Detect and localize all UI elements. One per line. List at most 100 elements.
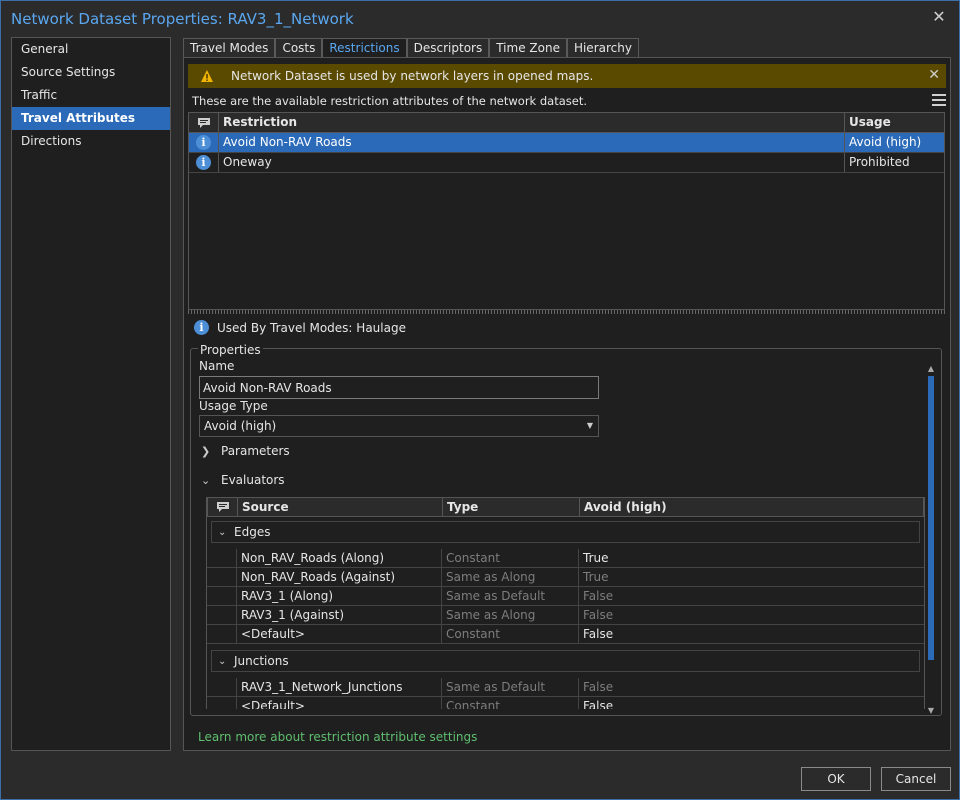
close-icon[interactable]: ✕ <box>931 9 947 25</box>
table-row[interactable]: Non_RAV_Roads (Against) Same as Along Tr… <box>207 568 924 587</box>
table-header: Restriction Usage <box>189 113 944 133</box>
restriction-name: Avoid Non-RAV Roads <box>219 133 845 152</box>
name-label: Name <box>199 359 235 373</box>
tab-restrictions[interactable]: Restrictions <box>322 38 407 59</box>
type-cell[interactable]: Constant <box>442 697 579 709</box>
column-header-restriction[interactable]: Restriction <box>219 113 845 132</box>
type-cell[interactable]: Same as Along <box>442 606 579 624</box>
table-row[interactable]: Non_RAV_Roads (Along) Constant True <box>207 549 924 568</box>
info-icon: i <box>196 135 211 150</box>
type-cell[interactable]: Same as Default <box>442 678 579 696</box>
table-row[interactable]: i Avoid Non-RAV Roads Avoid (high) <box>189 133 944 153</box>
properties-scrollbar[interactable]: ▲ ▼ <box>926 364 936 716</box>
value-cell[interactable]: False <box>579 678 919 696</box>
tab-hierarchy[interactable]: Hierarchy <box>566 38 639 58</box>
info-icon: i <box>196 155 211 170</box>
close-icon[interactable]: ✕ <box>928 67 940 83</box>
group-edges[interactable]: ⌄ Edges <box>211 521 920 543</box>
tab-costs[interactable]: Costs <box>275 38 323 58</box>
description-text: These are the available restriction attr… <box>192 94 588 108</box>
comment-icon <box>189 113 219 132</box>
column-header-source[interactable]: Source <box>238 498 443 516</box>
properties-group: Properties Name Usage Type Avoid (high) … <box>190 343 942 716</box>
used-by-text: Used By Travel Modes: Haulage <box>217 320 406 335</box>
used-by-info: i Used By Travel Modes: Haulage <box>194 320 406 335</box>
value-cell[interactable]: False <box>579 606 919 624</box>
restrictions-table: Restriction Usage i Avoid Non-RAV Roads … <box>188 112 945 310</box>
title-bar: Network Dataset Properties: RAV3_1_Netwo… <box>1 1 959 37</box>
cancel-button[interactable]: Cancel <box>881 767 951 791</box>
chevron-down-icon: ⌄ <box>218 655 227 667</box>
left-nav: General Source Settings Traffic Travel A… <box>11 37 171 751</box>
source-cell: Non_RAV_Roads (Along) <box>237 549 442 567</box>
table-row[interactable]: i Oneway Prohibited <box>189 153 944 173</box>
dialog-title: Network Dataset Properties: RAV3_1_Netwo… <box>11 10 354 28</box>
source-cell: RAV3_1 (Against) <box>237 606 442 624</box>
menu-icon[interactable] <box>932 93 946 107</box>
restrictions-panel: Network Dataset is used by network layer… <box>183 57 951 751</box>
group-label: Junctions <box>234 654 289 668</box>
chevron-down-icon: ⌄ <box>218 526 227 538</box>
usage-type-label: Usage Type <box>199 399 268 413</box>
nav-item-general[interactable]: General <box>12 38 170 61</box>
evaluators-section[interactable]: ⌄ Evaluators <box>201 473 285 487</box>
info-icon: i <box>194 320 209 335</box>
nav-item-travel-attributes[interactable]: Travel Attributes <box>12 107 170 130</box>
tab-descriptors[interactable]: Descriptors <box>406 38 490 58</box>
source-cell: RAV3_1 (Along) <box>237 587 442 605</box>
nav-item-directions[interactable]: Directions <box>12 130 170 153</box>
nav-item-traffic[interactable]: Traffic <box>12 84 170 107</box>
warning-icon <box>201 70 213 82</box>
warning-banner: Network Dataset is used by network layer… <box>188 64 946 88</box>
value-cell[interactable]: True <box>579 568 919 586</box>
splitter-handle[interactable] <box>188 310 945 314</box>
restriction-name: Oneway <box>219 153 845 172</box>
table-row[interactable]: RAV3_1 (Along) Same as Default False <box>207 587 924 606</box>
chevron-down-icon: ▼ <box>586 421 593 430</box>
table-row[interactable]: <Default> Constant False <box>207 625 924 644</box>
value-cell[interactable]: True <box>579 549 919 567</box>
comment-icon <box>208 498 238 516</box>
type-cell[interactable]: Same as Along <box>442 568 579 586</box>
value-cell[interactable]: False <box>579 697 919 709</box>
chevron-down-icon: ⌄ <box>201 473 211 487</box>
column-header-type[interactable]: Type <box>443 498 580 516</box>
nav-item-source-settings[interactable]: Source Settings <box>12 61 170 84</box>
evaluators-table: Source Type Avoid (high) ⌄ Edges Non_RAV… <box>206 497 925 709</box>
type-cell[interactable]: Same as Default <box>442 587 579 605</box>
chevron-right-icon: ❯ <box>201 444 211 458</box>
column-header-usage[interactable]: Usage <box>845 113 944 132</box>
ok-button[interactable]: OK <box>801 767 871 791</box>
source-cell: <Default> <box>237 697 442 709</box>
source-cell: <Default> <box>237 625 442 643</box>
group-junctions[interactable]: ⌄ Junctions <box>211 650 920 672</box>
usage-type-select[interactable]: Avoid (high) ▼ <box>199 415 599 437</box>
table-row[interactable]: <Default> Constant False <box>207 697 924 709</box>
warning-text: Network Dataset is used by network layer… <box>231 69 594 83</box>
scroll-up-icon[interactable]: ▲ <box>926 364 936 374</box>
parameters-section[interactable]: ❯ Parameters <box>201 444 290 458</box>
source-cell: Non_RAV_Roads (Against) <box>237 568 442 586</box>
column-header-value[interactable]: Avoid (high) <box>580 498 920 516</box>
parameters-label: Parameters <box>221 444 290 458</box>
type-cell[interactable]: Constant <box>442 625 579 643</box>
restriction-usage: Avoid (high) <box>849 135 922 149</box>
value-cell[interactable]: False <box>579 587 919 605</box>
value-cell[interactable]: False <box>579 625 919 643</box>
type-cell[interactable]: Constant <box>442 549 579 567</box>
tab-time-zone[interactable]: Time Zone <box>489 38 567 58</box>
learn-more-link[interactable]: Learn more about restriction attribute s… <box>198 730 477 744</box>
tab-strip: Travel Modes Costs Restrictions Descript… <box>183 38 639 59</box>
group-label: Edges <box>234 525 271 539</box>
table-row[interactable]: RAV3_1_Network_Junctions Same as Default… <box>207 678 924 697</box>
restriction-usage: Prohibited <box>849 155 910 169</box>
usage-type-value: Avoid (high) <box>204 419 277 433</box>
source-cell: RAV3_1_Network_Junctions <box>237 678 442 696</box>
evaluators-label: Evaluators <box>221 473 285 487</box>
scroll-thumb[interactable] <box>928 376 934 660</box>
name-field[interactable] <box>199 376 599 399</box>
tab-travel-modes[interactable]: Travel Modes <box>183 38 276 58</box>
table-row[interactable]: RAV3_1 (Against) Same as Along False <box>207 606 924 625</box>
dialog-window: Network Dataset Properties: RAV3_1_Netwo… <box>0 0 960 800</box>
scroll-down-icon[interactable]: ▼ <box>926 706 936 716</box>
